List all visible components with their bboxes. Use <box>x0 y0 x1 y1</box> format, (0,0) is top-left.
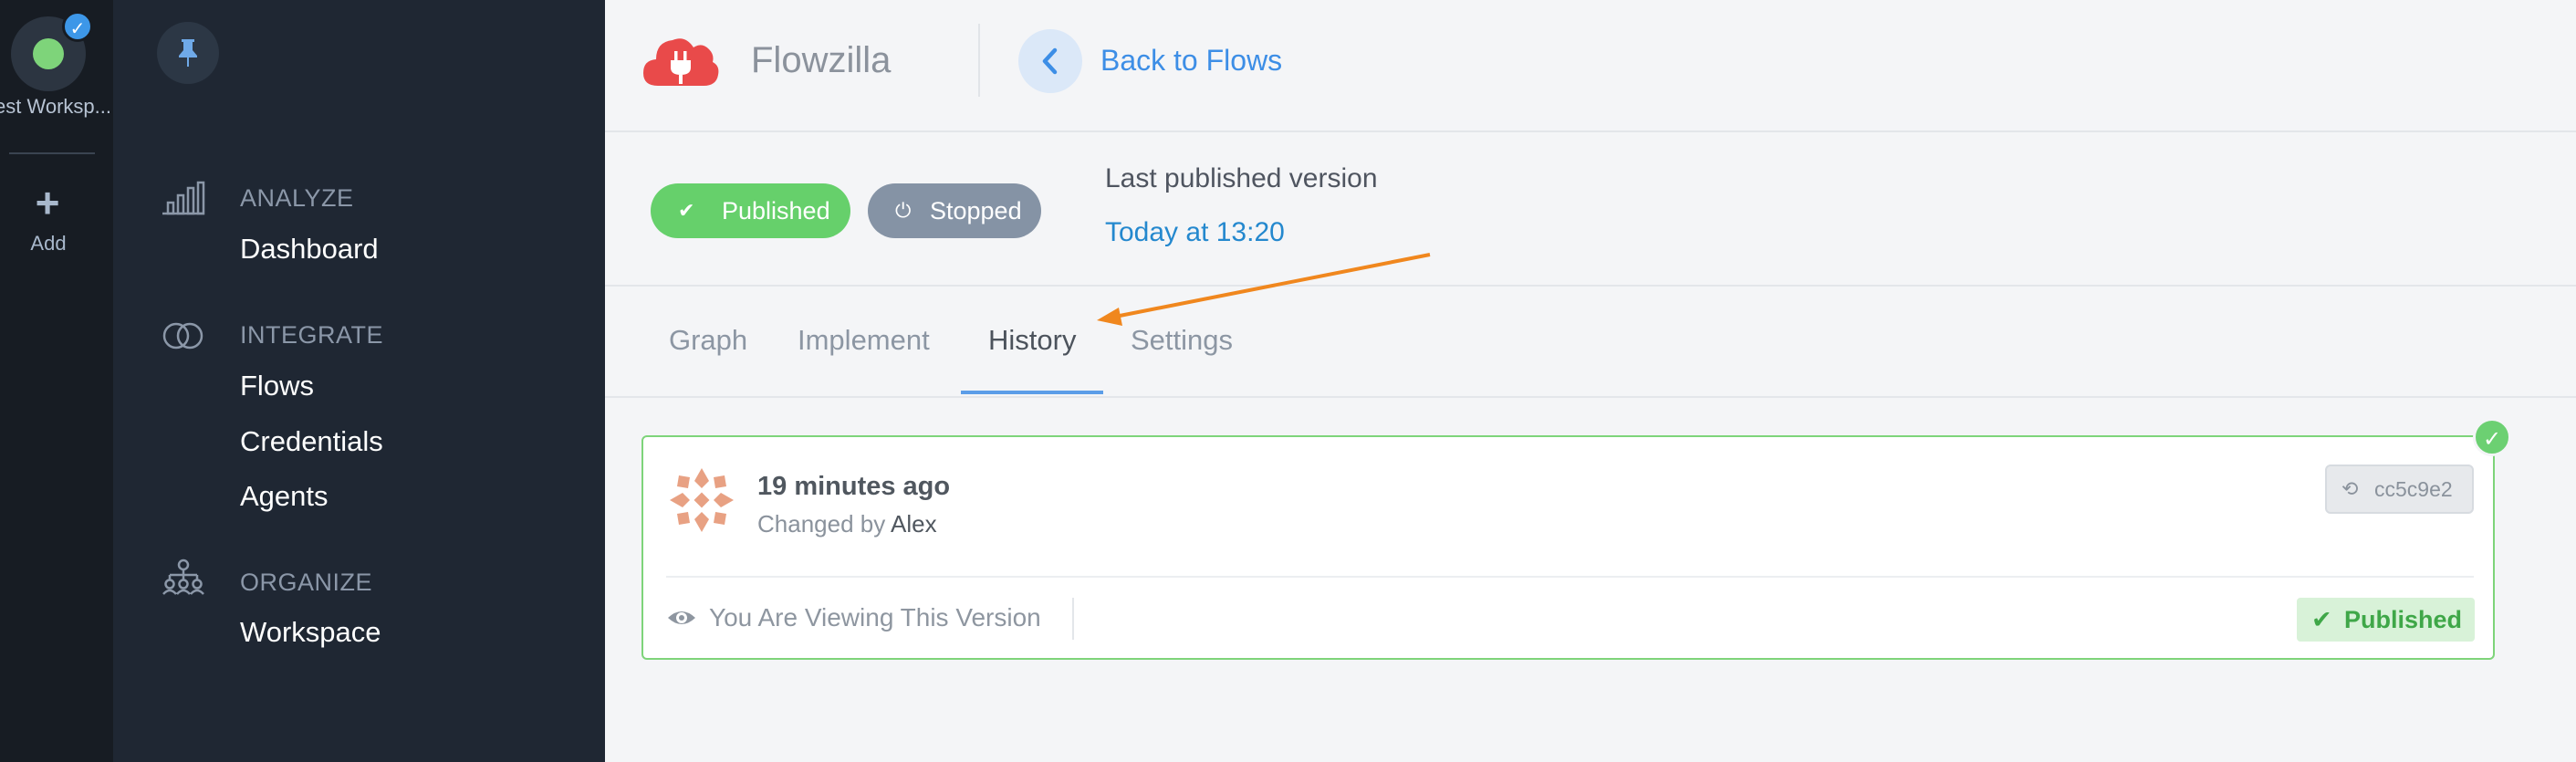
last-published-date[interactable]: Today at 13:20 <box>1105 217 1285 248</box>
app-name: Flowzilla <box>751 40 892 80</box>
nav-item-credentials[interactable]: Credentials <box>240 425 383 458</box>
published-badge-label: Published <box>2344 606 2463 633</box>
nav-sidebar: ANALYZE Dashboard INTEGRATE Flows Creden… <box>113 0 605 762</box>
history-version-card[interactable]: 19 minutes ago Changed by Alex ⟲ cc5c9e2… <box>641 435 2495 660</box>
link-rings-icon <box>162 322 203 350</box>
stopped-status-label: Stopped <box>930 197 1022 224</box>
published-status-label: Published <box>722 197 830 224</box>
history-icon: ⟲ <box>2341 477 2359 500</box>
stopped-status-button[interactable]: ⏻ Stopped <box>868 183 1041 238</box>
check-icon: ✔ <box>2311 606 2332 633</box>
org-chart-icon <box>162 558 204 595</box>
workspace-name[interactable]: est Worksp... <box>0 95 113 119</box>
back-to-flows-link[interactable]: Back to Flows <box>1100 44 1282 78</box>
tab-settings[interactable]: Settings <box>1131 324 1233 357</box>
viewing-divider <box>1072 598 1074 640</box>
nav-group-analyze: ANALYZE <box>240 184 354 212</box>
viewing-version-label: You Are Viewing This Version <box>709 603 1041 632</box>
add-workspace-label[interactable]: Add <box>0 232 97 256</box>
cloud-plug-logo <box>643 38 719 86</box>
bar-chart-icon <box>162 181 205 215</box>
header-divider <box>978 24 980 97</box>
commit-hash-button[interactable]: ⟲ cc5c9e2 <box>2325 465 2474 514</box>
card-divider <box>666 576 2474 578</box>
last-published-label: Last published version <box>1105 163 1378 193</box>
check-icon: ✓ <box>62 11 93 42</box>
published-badge: ✔ Published <box>2297 598 2475 642</box>
nav-item-flows[interactable]: Flows <box>240 370 314 402</box>
nav-group-organize: ORGANIZE <box>240 569 373 596</box>
flow-tabs: Graph Implement History Settings <box>605 287 2576 398</box>
nav-item-dashboard[interactable]: Dashboard <box>240 233 379 266</box>
eye-icon <box>668 611 695 624</box>
tab-history[interactable]: History <box>988 324 1076 357</box>
tab-graph[interactable]: Graph <box>669 324 747 357</box>
pin-icon[interactable] <box>157 22 219 84</box>
published-status-button[interactable]: ✔ Published <box>651 183 850 238</box>
flow-header: Flowzilla Back to Flows <box>605 0 2576 132</box>
nav-item-agents[interactable]: Agents <box>240 480 329 513</box>
commit-hash: cc5c9e2 <box>2374 477 2453 501</box>
chevron-left-icon[interactable] <box>1018 29 1082 93</box>
workspace-rail: ✓ est Worksp... + Add <box>0 0 113 762</box>
changed-by-prefix: Changed by <box>757 510 886 538</box>
power-icon: ⏻ <box>895 199 912 222</box>
rail-divider <box>9 152 95 154</box>
status-band: ✔ Published ⏻ Stopped Last published ver… <box>605 132 2576 287</box>
workspace-status-dot <box>33 38 64 69</box>
nav-group-integrate: INTEGRATE <box>240 321 384 349</box>
version-author: Alex <box>891 510 937 538</box>
user-avatar <box>670 468 734 532</box>
tab-implement[interactable]: Implement <box>798 324 930 357</box>
check-icon: ✓ <box>2473 418 2511 456</box>
version-changed-by: Changed by Alex <box>757 510 937 538</box>
nav-item-workspace[interactable]: Workspace <box>240 616 381 649</box>
check-icon: ✔ <box>678 199 695 222</box>
version-time: 19 minutes ago <box>757 472 951 501</box>
plus-icon[interactable]: + <box>27 182 68 224</box>
active-tab-indicator <box>961 391 1103 394</box>
